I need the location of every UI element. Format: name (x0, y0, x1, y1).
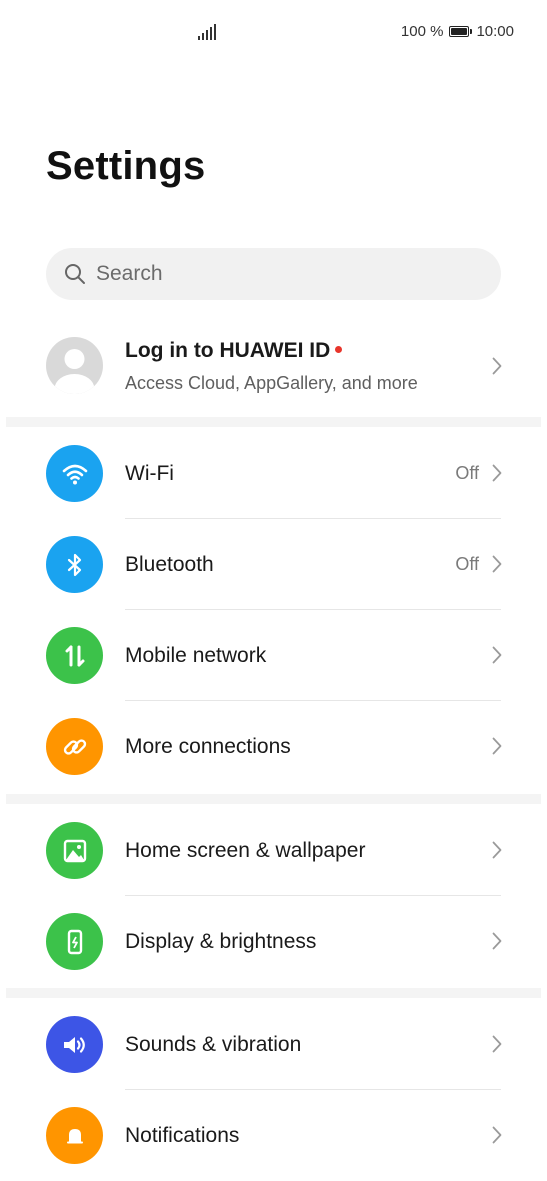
search-placeholder: Search (96, 262, 163, 285)
settings-item-wifi[interactable]: Wi-Fi Off (0, 428, 547, 519)
chevron-right-icon (492, 555, 502, 573)
item-label: Bluetooth (125, 553, 214, 576)
page-title: Settings (46, 144, 206, 188)
status-bar: 100 % 10:00 (0, 0, 547, 64)
chevron-right-icon (492, 1035, 502, 1053)
item-value: Off (455, 463, 479, 483)
item-label: Sounds & vibration (125, 1033, 302, 1056)
avatar (46, 337, 103, 394)
group-separator (6, 988, 541, 998)
image-icon (46, 822, 103, 879)
wifi-icon (46, 445, 103, 502)
settings-item-notifications[interactable]: Notifications (0, 1090, 547, 1181)
chevron-right-icon (492, 464, 502, 482)
group-separator (6, 417, 541, 427)
link-icon (46, 718, 103, 775)
settings-item-bluetooth[interactable]: Bluetooth Off (0, 519, 547, 610)
notification-dot (335, 345, 343, 353)
item-label: Wi-Fi (125, 462, 174, 485)
bell-icon (46, 1107, 103, 1164)
settings-item-display[interactable]: Display & brightness (0, 896, 547, 987)
chevron-right-icon (492, 737, 502, 755)
chevron-right-icon (492, 646, 502, 664)
settings-item-sounds[interactable]: Sounds & vibration (0, 999, 547, 1090)
account-title: Log in to HUAWEI ID (125, 339, 343, 363)
clock: 10:00 (476, 23, 514, 40)
chevron-right-icon (492, 357, 502, 375)
search-icon (65, 264, 85, 284)
bluetooth-icon (46, 536, 103, 593)
group-separator (6, 794, 541, 804)
chevron-right-icon (492, 932, 502, 950)
item-label: Notifications (125, 1124, 240, 1147)
chevron-right-icon (492, 1126, 502, 1144)
item-label: Display & brightness (125, 930, 317, 953)
speaker-icon (46, 1016, 103, 1073)
item-value: Off (455, 554, 479, 574)
search-bar[interactable]: Search (46, 248, 501, 300)
display-icon (46, 913, 103, 970)
mobile-network-icon (46, 627, 103, 684)
item-label: Home screen & wallpaper (125, 839, 366, 862)
battery-percent: 100 % (400, 23, 444, 40)
chevron-right-icon (492, 841, 502, 859)
huawei-id-login[interactable]: Log in to HUAWEI ID Access Cloud, AppGal… (0, 320, 547, 412)
signal-icon (198, 24, 216, 40)
item-label: Mobile network (125, 644, 267, 667)
settings-item-home-screen[interactable]: Home screen & wallpaper (0, 805, 547, 896)
item-label: More connections (125, 735, 291, 758)
account-subtitle: Access Cloud, AppGallery, and more (125, 373, 418, 393)
settings-item-more-connections[interactable]: More connections (0, 701, 547, 792)
battery-icon (449, 26, 473, 37)
settings-item-mobile-network[interactable]: Mobile network (0, 610, 547, 701)
